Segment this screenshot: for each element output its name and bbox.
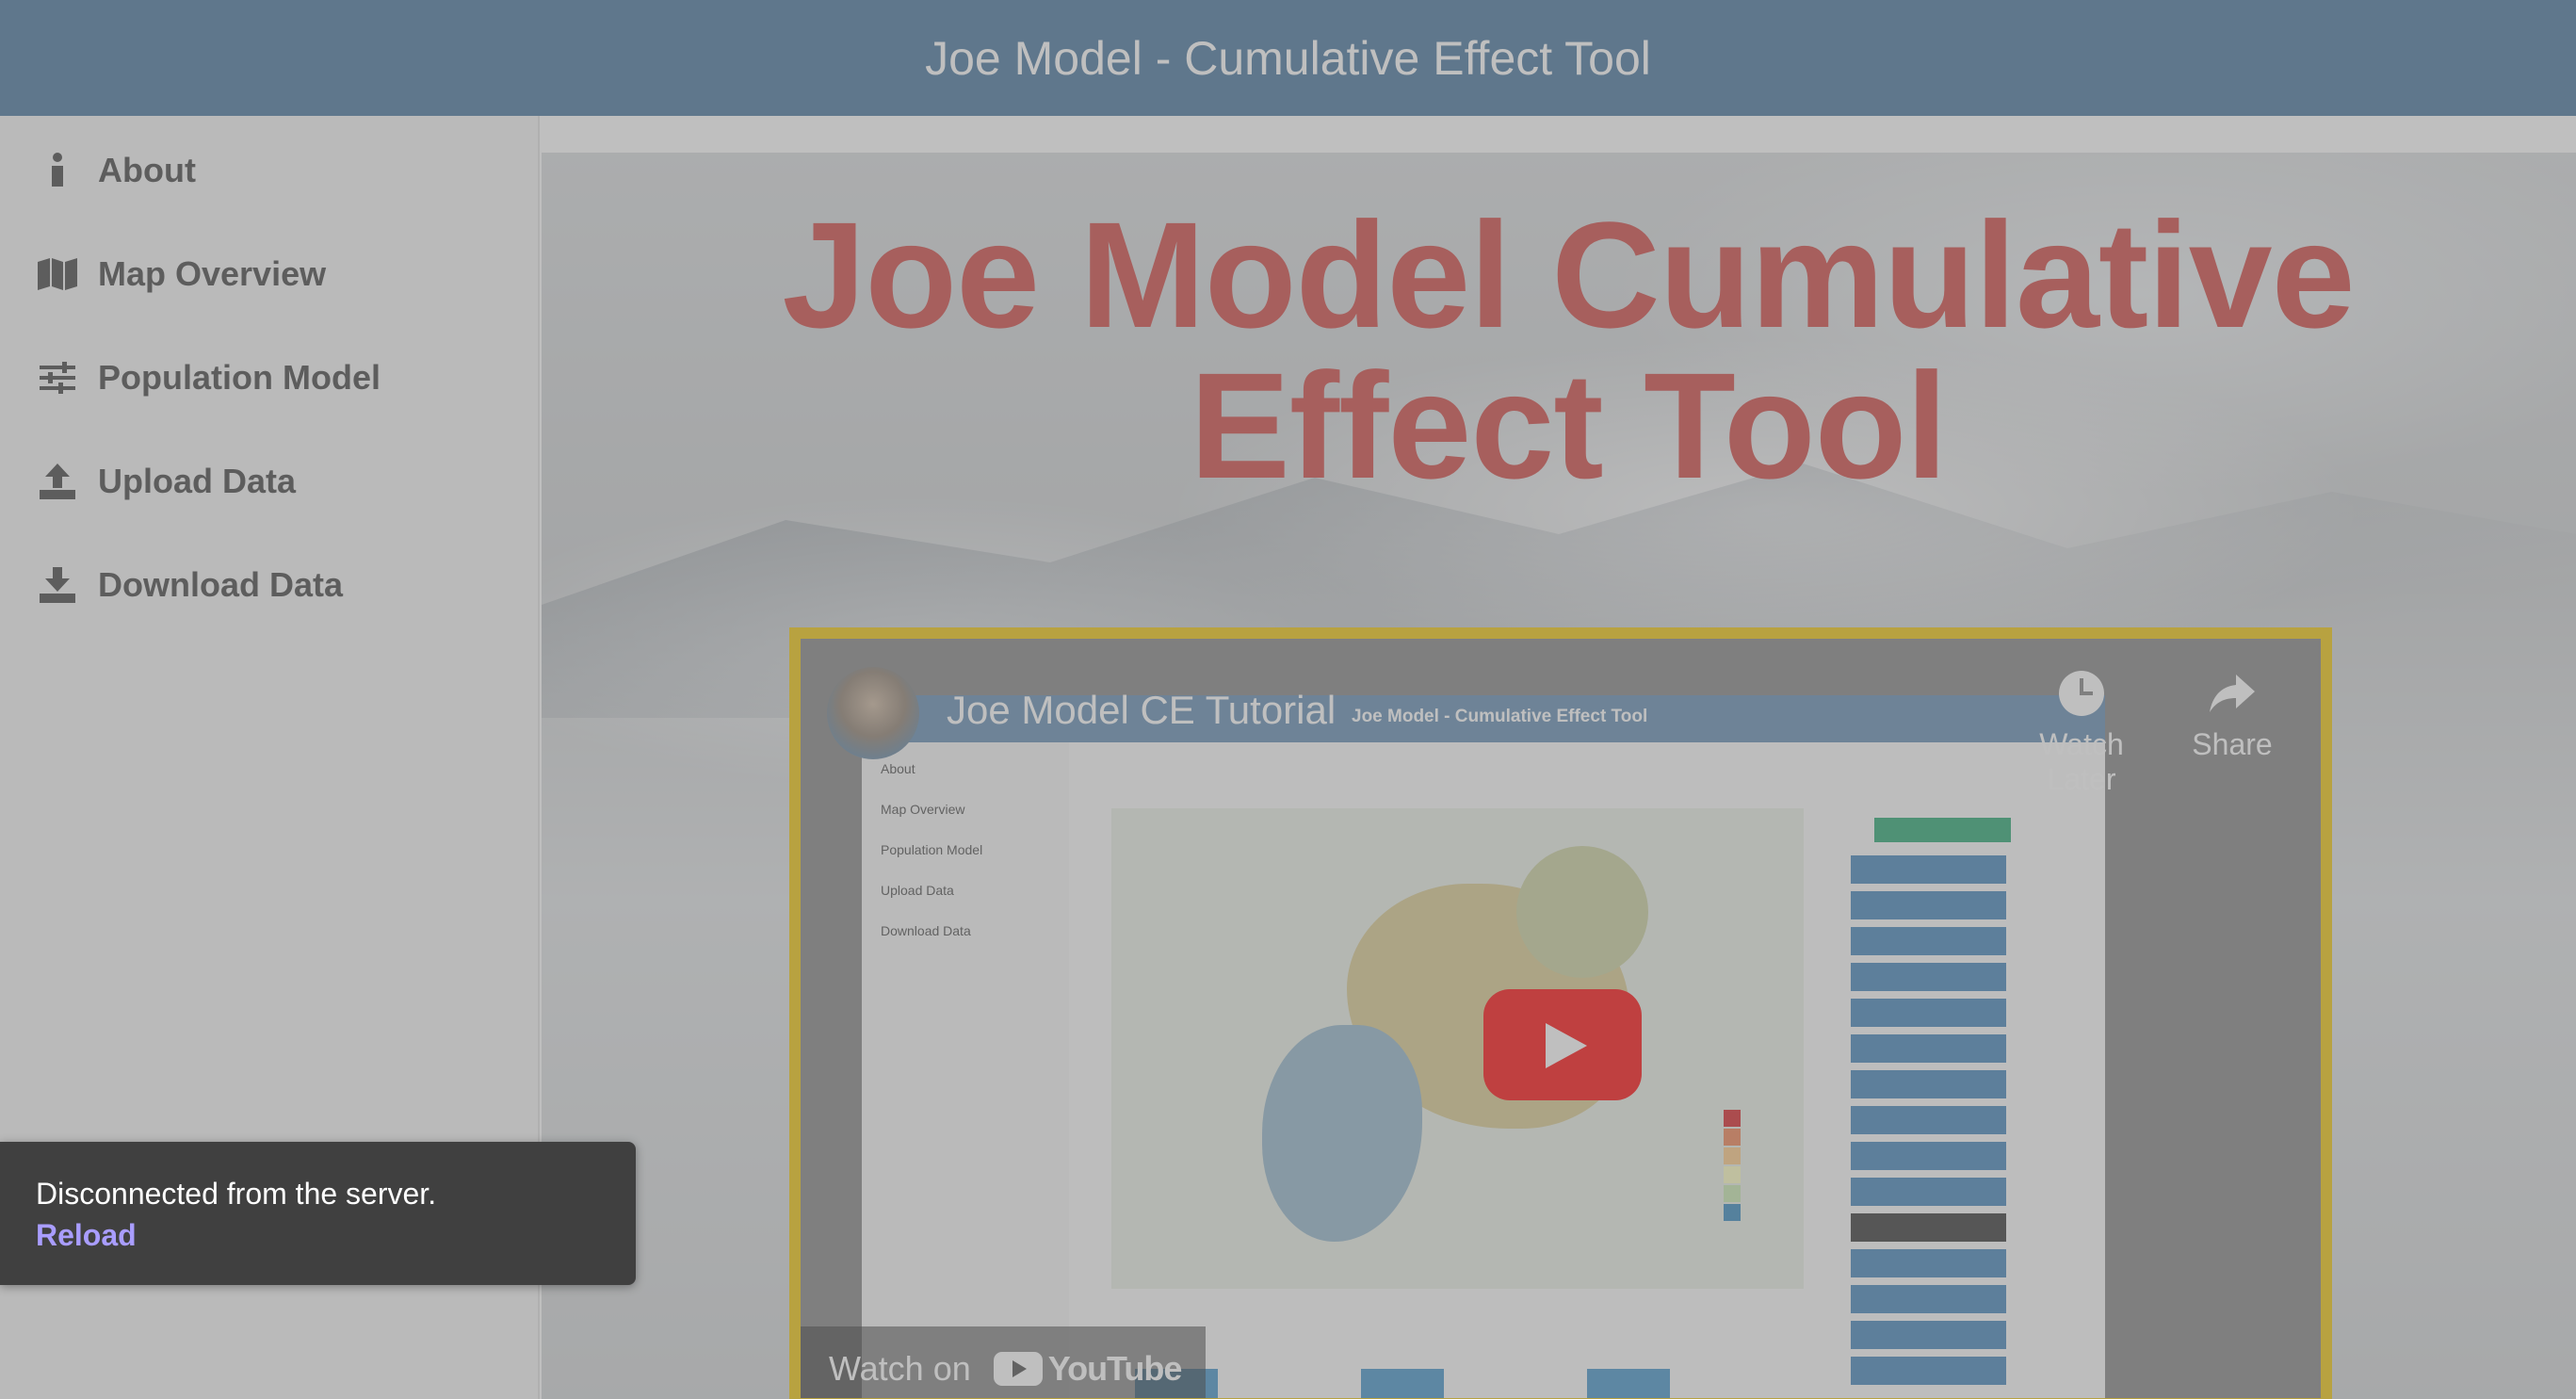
notification-message: Disconnected from the server. <box>36 1177 437 1211</box>
disconnected-notification: Disconnected from the server. Reload <box>0 1142 636 1285</box>
reload-link[interactable]: Reload <box>36 1214 137 1256</box>
